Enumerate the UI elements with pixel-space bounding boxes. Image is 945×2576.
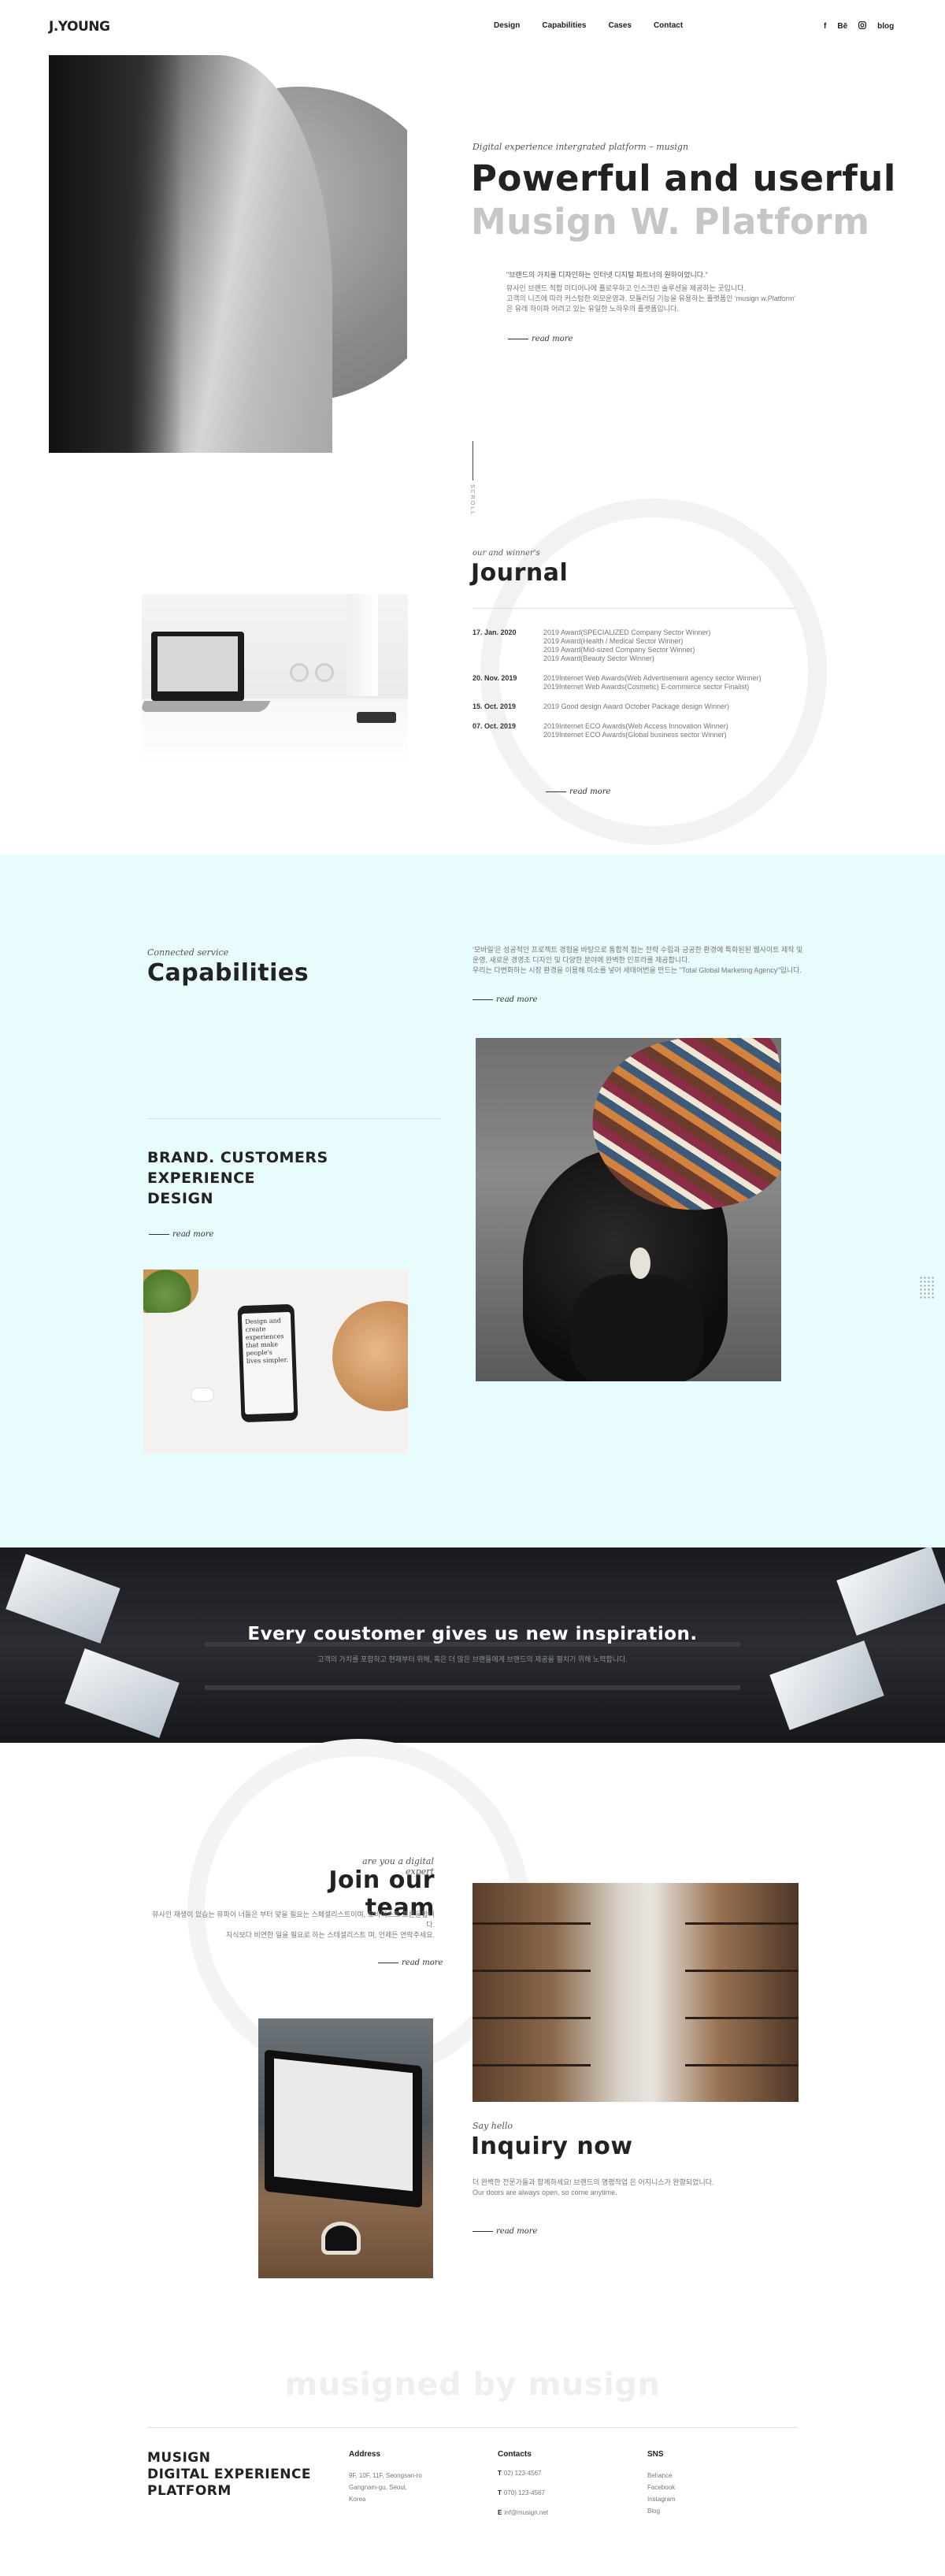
journal-date: 20. Nov. 2019	[472, 674, 517, 682]
inquiry-read-more-link[interactable]: read more	[472, 2227, 537, 2236]
inquiry-subtitle: Say hello	[472, 2121, 513, 2131]
sns-link-facebook[interactable]: Facebook	[647, 2481, 765, 2493]
sns-link-blog[interactable]: Blog	[647, 2505, 765, 2517]
email-icon: E	[498, 2509, 502, 2516]
sns-link-behance[interactable]: Behance	[647, 2470, 765, 2481]
journal-date: 07. Oct. 2019	[472, 722, 517, 730]
social-links: f Bē blog	[824, 21, 894, 32]
journal-divider	[472, 608, 795, 609]
journal-entry[interactable]: 20. Nov. 2019 2019Internet Web Awards(We…	[472, 674, 803, 691]
hero-portrait-image	[49, 55, 407, 453]
journal-title: Journal	[471, 559, 569, 587]
footer-sns: SNS Behance Facebook Instagram Blog	[647, 2450, 765, 2517]
footer-brand: MUSIGN DIGITAL EXPERIENCE PLATFORM	[147, 2450, 312, 2499]
team-read-more-link[interactable]: read more	[378, 1959, 443, 1967]
footer-divider	[147, 2427, 798, 2428]
brand-heading: BRAND. CUSTOMERS EXPERIENCE DESIGN	[147, 1149, 328, 1207]
main-nav: Design Capabilities Cases Contact	[494, 21, 683, 30]
capabilities-subtitle: Connected service	[147, 947, 229, 958]
inquiry-title: Inquiry now	[471, 2133, 633, 2160]
nav-design[interactable]: Design	[494, 21, 520, 30]
inquiry-description: 더 완벽한 전문가들과 함께하세요! 브랜드의 명평작업 은 어지니스가 완향되…	[472, 2178, 714, 2196]
dot-grid-icon[interactable]	[919, 1276, 935, 1299]
site-logo[interactable]: J.YOUNG	[49, 19, 110, 35]
sns-link-instagram[interactable]: Instagram	[647, 2493, 765, 2505]
hero-title: Powerful and userful	[471, 158, 896, 199]
footer-address: Address 9F, 10F, 11F, Seongsan-ro Gangna…	[349, 2450, 467, 2505]
hero-description: 뮤사인 브랜드 적합 미디어나에 플로우하고 인스크린 솔루션을 제공하는 곳입…	[506, 284, 795, 313]
hero-title-secondary: Musign W. Platform	[471, 201, 870, 243]
facebook-icon[interactable]: f	[824, 22, 826, 31]
library-image	[472, 1883, 799, 2102]
phone-screen-text: Design and create experiences that make …	[241, 1311, 295, 1415]
journal-entry[interactable]: 07. Oct. 2019 2019Internet ECO Awards(We…	[472, 722, 803, 739]
portrait-turban-image	[476, 1038, 781, 1381]
footer-contacts: Contacts T 02) 123-4567 T 070) 123-4567 Ei…	[498, 2450, 616, 2529]
sns-heading: SNS	[647, 2450, 664, 2459]
team-description: 뮤사인 재생이 있습는 뮤파이 너들은 부터 맞을 필요는 스페셜리스트이며, …	[152, 1911, 435, 1939]
nav-cases[interactable]: Cases	[608, 21, 631, 30]
hero-subtitle: Digital experience intergrated platform …	[472, 142, 689, 152]
behance-icon[interactable]: Bē	[837, 22, 847, 31]
address-heading: Address	[349, 2450, 381, 2459]
capabilities-divider	[147, 1118, 440, 1119]
journal-read-more-link[interactable]: read more	[546, 788, 610, 796]
instagram-icon[interactable]	[858, 21, 867, 32]
capabilities-title: Capabilities	[147, 959, 309, 987]
inspiration-banner	[0, 1547, 945, 1743]
scroll-label: SCROLL	[469, 484, 475, 517]
capabilities-read-more-link[interactable]: read more	[472, 995, 537, 1004]
contacts-heading: Contacts	[498, 2450, 532, 2459]
fax-contact[interactable]: T 070) 123-4567	[498, 2489, 616, 2496]
footer-watermark-text: musigned by musign	[284, 2367, 661, 2403]
phone-contact[interactable]: T 02) 123-4567	[498, 2470, 616, 2477]
banner-subtitle: 고객의 가치를 포함하고 현재부터 위해, 혹은 더 많은 브랜들에게 브랜드의…	[317, 1655, 628, 1663]
journal-date: 17. Jan. 2020	[472, 628, 517, 636]
workspace-monitor-image	[258, 2018, 433, 2278]
laptop-image	[142, 594, 408, 767]
hero-read-more-link[interactable]: read more	[508, 335, 573, 343]
journal-entry[interactable]: 17. Jan. 2020 2019 Award(SPECIALIZED Com…	[472, 628, 803, 663]
email-contact[interactable]: Einf@musign.net	[498, 2509, 616, 2516]
banner-title: Every coustomer gives us new inspiration…	[247, 1624, 698, 1644]
journal-subtitle: our and winner's	[472, 549, 540, 558]
blog-link[interactable]: blog	[877, 22, 894, 31]
smartphone-image: Design and create experiences that make …	[143, 1269, 408, 1454]
fax-icon: T	[498, 2489, 502, 2496]
journal-date: 15. Oct. 2019	[472, 702, 517, 710]
nav-capabilities[interactable]: Capabilities	[542, 21, 586, 30]
scroll-indicator-line	[472, 441, 473, 480]
brand-read-more-link[interactable]: read more	[149, 1230, 213, 1239]
capabilities-description: '모바일'은 성공적인 프로젝트 경험을 바탕으로 통합적 접는 전략 수립과 …	[472, 946, 803, 974]
hero-quote: "브랜드의 가치를 디자인하는 인터넷 디지털 파트너의 원하이었니다."	[506, 271, 708, 279]
nav-contact[interactable]: Contact	[654, 21, 683, 30]
journal-entry[interactable]: 15. Oct. 2019 2019 Good design Award Oct…	[472, 702, 803, 711]
journal-list: 17. Jan. 2020 2019 Award(SPECIALIZED Com…	[472, 628, 803, 751]
phone-icon: T	[498, 2470, 502, 2477]
